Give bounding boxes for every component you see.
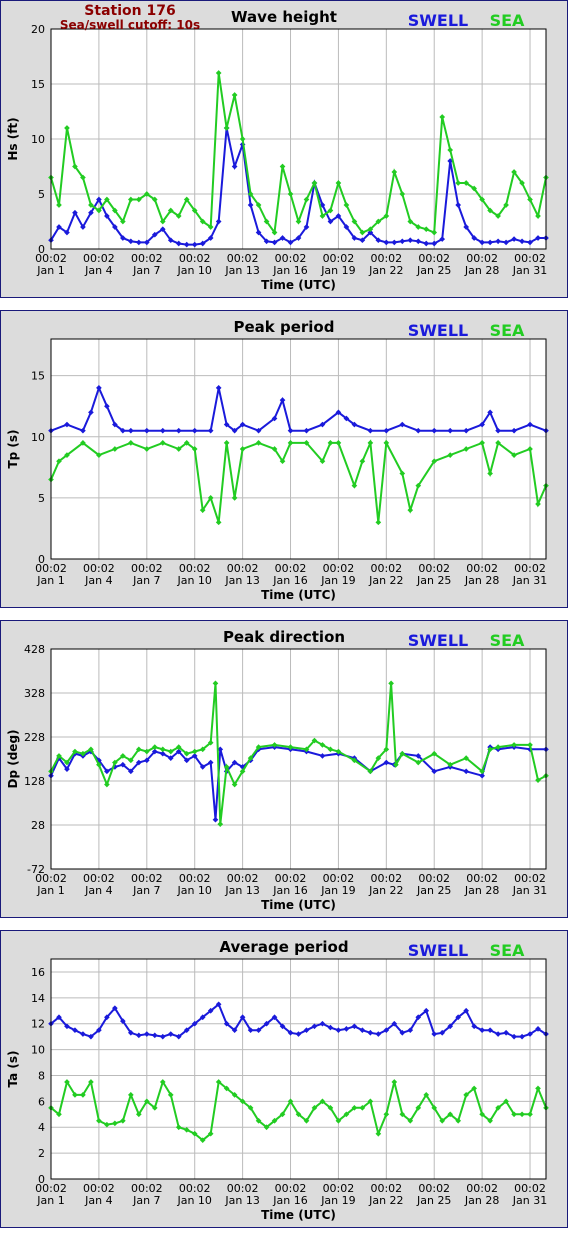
x-tick-date: Jan 22	[368, 264, 403, 277]
y-tick-label: 15	[31, 78, 45, 91]
legend-swell: SWELL	[408, 11, 469, 30]
chart-panel-peak-direction: -72 28 128 228 328 428 00:02 Jan 1 00:02 Jan 4 00:…	[0, 620, 568, 918]
y-tick-label: 2	[38, 1147, 45, 1160]
chart-panel-wave-height: 0 5 10 15 20 00:02 Jan 1 00:02 Jan 4 00:02 Jan 7 00…	[0, 0, 568, 298]
x-tick-date: Jan 10	[176, 884, 211, 897]
y-axis-label: Tp (s)	[6, 429, 20, 468]
y-tick-label: 28	[31, 819, 45, 832]
y-axis-label: Ta (s)	[6, 1050, 20, 1087]
plot-area	[50, 338, 547, 560]
x-axis-label: Time (UTC)	[261, 588, 336, 602]
x-tick-date: Jan 13	[224, 574, 259, 587]
x-tick-date: Jan 25	[416, 574, 451, 587]
x-tick-date: Jan 22	[368, 574, 403, 587]
legend-sea: SEA	[490, 321, 525, 340]
chart-title: Peak direction	[223, 628, 345, 646]
y-tick-label: 10	[31, 133, 45, 146]
x-tick-date: Jan 10	[176, 574, 211, 587]
x-tick-date: Jan 25	[416, 264, 451, 277]
y-tick-label: 4	[38, 1121, 45, 1134]
x-tick-date: Jan 28	[464, 1194, 499, 1207]
x-tick-date: Jan 25	[416, 1194, 451, 1207]
x-tick-date: Jan 22	[368, 884, 403, 897]
chart-title: Peak period	[234, 318, 335, 336]
y-tick-label: 328	[24, 687, 45, 700]
chart-svg-wave-height: 0510152000:02Jan 100:02Jan 400:02Jan 700…	[6, 8, 549, 292]
x-tick-date: Jan 1	[36, 264, 64, 277]
y-tick-label: 12	[31, 1018, 45, 1031]
legend-swell: SWELL	[408, 321, 469, 340]
y-tick-label: 128	[24, 775, 45, 788]
chart-svg-peak-direction: -722812822832842800:02Jan 100:02Jan 400:…	[6, 628, 549, 912]
x-tick-date: Jan 4	[84, 1194, 112, 1207]
x-tick-date: Jan 4	[84, 884, 112, 897]
chart-svg-average-period: 024681012141600:02Jan 100:02Jan 400:02Ja…	[6, 938, 549, 1222]
x-tick-date: Jan 25	[416, 884, 451, 897]
legend-swell: SWELL	[408, 631, 469, 650]
x-tick-date: Jan 16	[272, 1194, 307, 1207]
x-tick-date: Jan 10	[176, 1194, 211, 1207]
x-tick-date: Jan 13	[224, 1194, 259, 1207]
x-tick-date: Jan 4	[84, 574, 112, 587]
x-tick-date: Jan 28	[464, 884, 499, 897]
y-tick-label: 10	[31, 431, 45, 444]
x-tick-date: Jan 19	[320, 264, 355, 277]
chart-panel-peak-period: 0 5 10 15 00:02 Jan 1 00:02 Jan 4 00:02 Jan 7 00:0…	[0, 310, 568, 608]
x-axis-label: Time (UTC)	[261, 278, 336, 292]
x-tick-date: Jan 1	[36, 1194, 64, 1207]
legend-swell: SWELL	[408, 941, 469, 960]
y-tick-label: 6	[38, 1095, 45, 1108]
y-tick-label: 10	[31, 1044, 45, 1057]
x-tick-date: Jan 1	[36, 884, 64, 897]
x-tick-date: Jan 16	[272, 264, 307, 277]
x-tick-date: Jan 4	[84, 264, 112, 277]
legend-sea: SEA	[490, 631, 525, 650]
plot-area	[50, 958, 547, 1180]
x-tick-date: Jan 16	[272, 574, 307, 587]
x-tick-date: Jan 19	[320, 574, 355, 587]
x-tick-date: Jan 19	[320, 884, 355, 897]
x-tick-date: Jan 7	[132, 264, 160, 277]
y-tick-label: 5	[38, 188, 45, 201]
x-tick-date: Jan 22	[368, 1194, 403, 1207]
chart-svg-peak-period: 05101500:02Jan 100:02Jan 400:02Jan 700:0…	[6, 318, 549, 602]
x-axis-label: Time (UTC)	[261, 898, 336, 912]
x-tick-date: Jan 1	[36, 574, 64, 587]
x-tick-date: Jan 31	[512, 884, 547, 897]
legend-sea: SEA	[490, 941, 525, 960]
x-tick-date: Jan 31	[512, 574, 547, 587]
x-tick-date: Jan 28	[464, 264, 499, 277]
y-tick-label: 5	[38, 492, 45, 505]
y-tick-label: 8	[38, 1069, 45, 1082]
x-tick-date: Jan 16	[272, 884, 307, 897]
x-tick-date: Jan 10	[176, 264, 211, 277]
x-axis-label: Time (UTC)	[261, 1208, 336, 1222]
x-tick-date: Jan 7	[132, 574, 160, 587]
chart-panel-average-period: 0 2 4 6 8 10 12 14 16 00:02 Jan 1 00:02 Jan 4 00:02 Ja…	[0, 930, 568, 1228]
x-tick-date: Jan 28	[464, 574, 499, 587]
chart-title: Average period	[219, 938, 348, 956]
x-tick-date: Jan 7	[132, 1194, 160, 1207]
x-tick-date: Jan 31	[512, 1194, 547, 1207]
chart-title: Wave height	[231, 8, 337, 26]
plot-area	[50, 648, 547, 870]
y-tick-label: 15	[31, 370, 45, 383]
y-tick-label: 14	[31, 992, 45, 1005]
x-tick-date: Jan 7	[132, 884, 160, 897]
y-tick-label: 428	[24, 643, 45, 656]
y-axis-label: Hs (ft)	[6, 117, 20, 160]
legend-sea: SEA	[490, 11, 525, 30]
x-tick-date: Jan 31	[512, 264, 547, 277]
y-tick-label: 16	[31, 966, 45, 979]
x-tick-date: Jan 19	[320, 1194, 355, 1207]
y-tick-label: 20	[31, 23, 45, 36]
x-tick-date: Jan 13	[224, 884, 259, 897]
x-tick-date: Jan 13	[224, 264, 259, 277]
y-axis-label: Dp (deg)	[6, 729, 20, 788]
y-tick-label: 228	[24, 731, 45, 744]
